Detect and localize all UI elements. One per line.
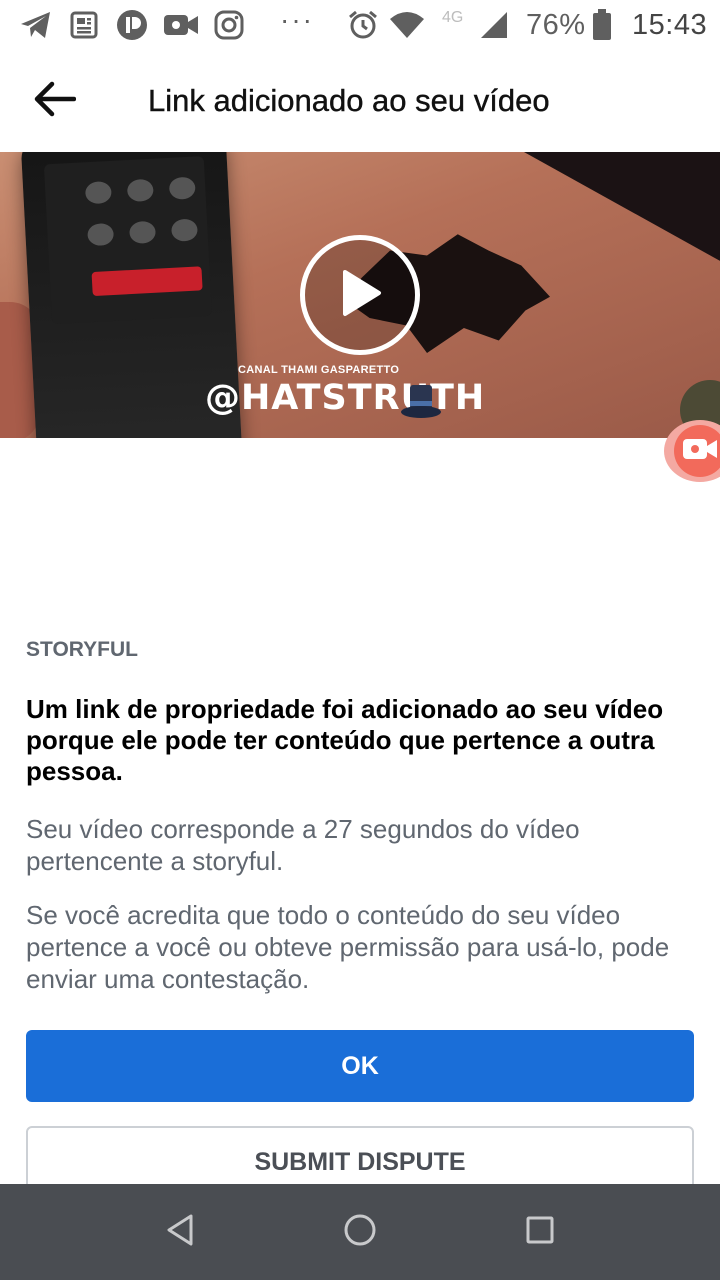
battery-percent: 76% [526, 9, 586, 41]
floating-camera-button[interactable] [664, 420, 720, 482]
video-handle-watermark: @HATSTRUTH [205, 378, 486, 418]
video-channel-watermark: CANAL THAMI GASPARETTO [238, 364, 400, 376]
claim-headline: Um link de propriedade foi adicionado ao… [26, 694, 664, 786]
dispute-description: Se você acredita que todo o conteúdo do … [26, 900, 670, 994]
video-background-shadow [524, 152, 720, 272]
network-type: 4G [442, 9, 464, 26]
phone-key [128, 220, 157, 245]
triangle-back-icon [165, 1213, 195, 1252]
page-title: Link adicionado ao seu vídeo [148, 83, 550, 118]
video-player[interactable]: CANAL THAMI GASPARETTO @HATSTRUTH [0, 152, 720, 438]
signal-icon [478, 8, 510, 42]
square-recents-icon [525, 1215, 555, 1250]
play-button[interactable] [300, 235, 420, 355]
video-call-icon [162, 8, 200, 42]
more-notifications: ··· [280, 4, 314, 35]
match-description: Seu vídeo corresponde a 27 segundos do v… [26, 814, 580, 876]
wifi-icon [388, 8, 426, 42]
camera-icon [682, 437, 718, 466]
battery-icon [590, 8, 614, 42]
news-icon [68, 8, 100, 42]
phone-key [170, 218, 199, 242]
floating-camera-inner [674, 425, 720, 477]
top-hat-icon [400, 383, 442, 419]
circle-home-icon [343, 1213, 377, 1252]
status-bar: ··· 4G 76% 15:43 [0, 0, 720, 52]
ok-button[interactable]: OK [26, 1030, 694, 1102]
alarm-icon [346, 8, 380, 42]
content-owner-label: STORYFUL [26, 638, 139, 661]
phone-key [87, 222, 115, 247]
play-icon [337, 268, 383, 323]
clock: 15:43 [632, 9, 708, 41]
phone-key [168, 176, 196, 200]
android-navigation-bar [0, 1184, 720, 1280]
instagram-icon [212, 8, 246, 42]
video-phone-screen [43, 156, 212, 325]
phone-end-call-bar [91, 266, 203, 297]
arrow-left-icon [32, 81, 77, 122]
telegram-icon [18, 8, 54, 42]
nav-home-button[interactable] [338, 1212, 382, 1252]
back-button[interactable] [26, 76, 82, 126]
nav-back-button[interactable] [158, 1212, 202, 1252]
phone-key [84, 180, 112, 205]
phone-key [126, 178, 154, 203]
nav-recents-button[interactable] [518, 1212, 562, 1252]
app-header: Link adicionado ao seu vídeo [0, 52, 720, 150]
app-icon [114, 8, 150, 42]
